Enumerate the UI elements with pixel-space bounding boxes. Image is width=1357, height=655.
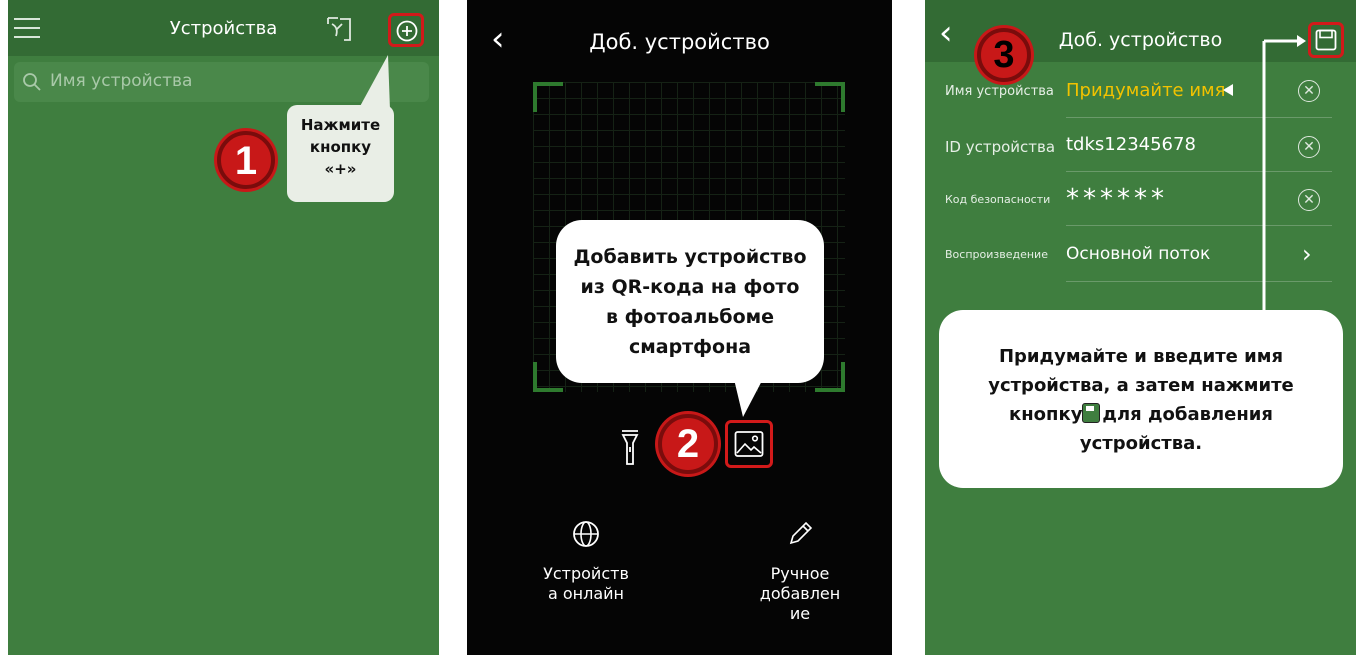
step-1-callout: Нажмите кнопку «+» (287, 105, 394, 202)
search-icon (23, 73, 41, 91)
top-bar: Устройства (8, 0, 439, 56)
flashlight-icon[interactable] (620, 429, 640, 467)
page-title: Доб. устройство (589, 30, 770, 54)
search-placeholder: Имя устройства (50, 71, 193, 91)
step-2-badge: 2 (658, 414, 718, 474)
callout-line: смартфона (628, 336, 752, 358)
callout-line: «+» (324, 160, 357, 178)
add-device-scan-screen: ‹ Доб. устройство Добавить устройство из… (467, 0, 892, 655)
callout-arrow-lines (1223, 35, 1306, 312)
callout-line: кнопку (309, 138, 372, 156)
option-label: добавлен (759, 584, 841, 603)
callout-line: кнопку для добавления (1009, 403, 1273, 425)
devices-screen: Устройства Имя устройства Нажмите кнопку… (8, 0, 439, 655)
online-devices-option[interactable]: Устройств а онлайн (531, 520, 641, 604)
option-label: ие (789, 604, 811, 623)
manual-add-option[interactable]: Ручное добавлен ие (745, 520, 855, 624)
callout-line: Добавить устройство (573, 246, 807, 268)
add-from-photo-button[interactable] (725, 420, 773, 468)
option-label: Ручное (770, 564, 830, 583)
step-1-badge: 1 (217, 131, 275, 189)
add-device-form-screen: ‹ Доб. устройство 3 Имя устройства Приду… (925, 0, 1356, 655)
globe-icon (573, 521, 599, 547)
image-icon (734, 431, 764, 457)
plus-icon (396, 20, 418, 42)
callout-line: Нажмите (300, 116, 381, 134)
callout-line: из QR-кода на фото (580, 276, 800, 298)
callout-line: в фотоальбоме (605, 306, 775, 328)
pencil-icon (789, 521, 813, 545)
qr-scan-icon[interactable] (326, 16, 352, 42)
callout-line: Придумайте и введите имя (998, 346, 1284, 367)
option-label: а онлайн (547, 584, 625, 603)
step-2-callout: Добавить устройство из QR-кода на фото в… (556, 220, 824, 383)
option-label: Устройств (543, 564, 629, 583)
save-icon (1082, 403, 1101, 423)
callout-line: устройства. (1079, 433, 1203, 454)
page-title: Устройства (169, 18, 278, 39)
add-device-button[interactable] (388, 13, 424, 47)
callout-line: устройства, а затем нажмите (988, 375, 1294, 396)
step-3-callout: Придумайте и введите имя устройства, а з… (939, 310, 1343, 488)
